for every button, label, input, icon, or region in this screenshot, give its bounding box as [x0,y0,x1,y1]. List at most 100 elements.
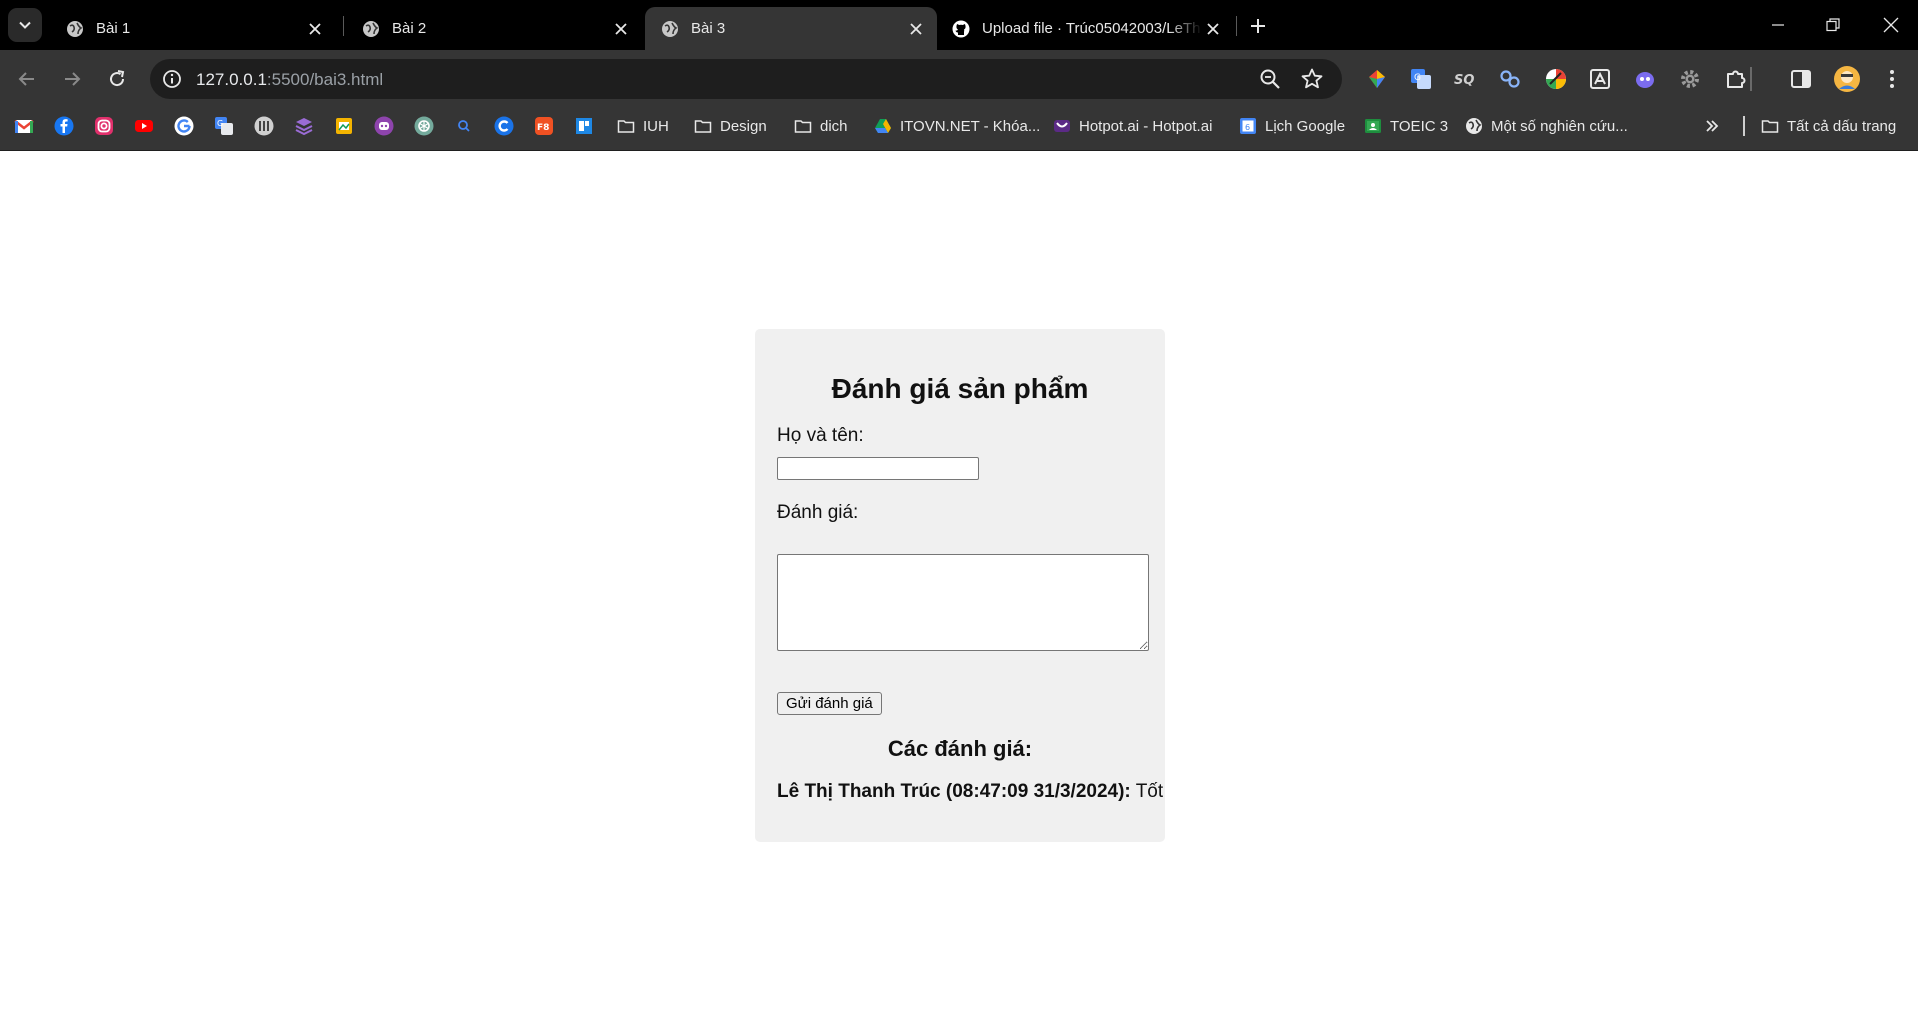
browser-toolbar: 127.0.0.1:5500/bai3.html [0,50,1918,108]
review-author: Lê Thị Thanh Trúc [777,781,941,802]
double-chevron-right-icon [1706,120,1719,132]
name-label: Họ và tên: [777,425,864,446]
stack-icon[interactable] [294,116,314,136]
bookmark-folder-label: dich [820,117,848,135]
gmail-icon[interactable] [14,116,34,136]
folder-icon [617,120,635,133]
tab-divider [343,16,344,36]
tab-search-button[interactable] [8,8,42,42]
site-info-icon[interactable] [160,67,184,91]
globe-icon [67,20,83,37]
close-icon[interactable] [610,18,632,40]
forward-button[interactable] [54,61,90,97]
address-bar[interactable]: 127.0.0.1:5500/bai3.html [150,59,1342,99]
youtube-icon[interactable] [134,116,154,136]
side-panel-icon[interactable] [1789,67,1813,91]
minimize-button[interactable] [1758,8,1798,42]
avatar[interactable] [1833,65,1861,93]
more-bookmarks-button[interactable] [1704,113,1720,139]
bookmark-folder-dich[interactable]: dich [794,113,848,139]
url-path: :5500/bai3.html [266,70,384,89]
classroom-icon [1365,119,1381,133]
hotpot-icon [1054,120,1070,132]
svg-text:SQ: SQ [1454,73,1474,88]
bookmark-hotpot[interactable]: Hotpot.ai - Hotpot.ai [1053,113,1212,139]
globe-icon [363,20,379,37]
bookmark-itovn[interactable]: ITOVN.NET - Khóa... [874,113,1040,139]
close-icon[interactable] [304,18,326,40]
close-window-button[interactable] [1871,8,1911,42]
review-item: Lê Thị Thanh Trúc (08:47:09 31/3/2024): … [777,781,1163,803]
download-icon[interactable] [1588,67,1612,91]
reload-button[interactable] [99,61,135,97]
globe-icon [662,20,678,37]
review-textarea[interactable] [777,554,1149,651]
google-icon[interactable] [174,116,194,136]
google-translate-icon[interactable]: G [214,116,234,136]
back-button[interactable] [9,61,45,97]
svg-text:G: G [217,119,223,128]
google-drive-icon [875,119,891,133]
bookmarks-divider [1743,116,1745,136]
tab-strip: Bài 1 Bài 2 Bài 3 Upload file · Trúc0504… [0,0,1918,50]
color-picker-icon[interactable] [1365,67,1389,91]
new-tab-button[interactable] [1244,12,1272,40]
globe-icon [1466,118,1482,134]
page-title: Đánh giá sản phẩm [831,373,1089,404]
svg-text:6: 6 [1245,123,1250,132]
gear-icon[interactable] [1678,67,1702,91]
bookmark-label: Hotpot.ai - Hotpot.ai [1079,117,1213,135]
close-icon[interactable] [905,18,927,40]
f8-icon[interactable]: F8 [534,116,554,136]
url-text[interactable]: 127.0.0.1:5500/bai3.html [196,70,383,90]
bookmark-star-icon[interactable] [1300,67,1324,91]
zoom-icon[interactable] [1258,67,1282,91]
app-icon[interactable] [254,116,274,136]
facebook-icon[interactable] [54,116,74,136]
bookmark-lich-google[interactable]: 6 Lịch Google [1239,113,1345,139]
bookmark-folder-design[interactable]: Design [694,113,767,139]
reload-icon [110,70,125,87]
more-menu-icon[interactable] [1880,67,1904,91]
bookmark-folder-iuh[interactable]: IUH [617,113,669,139]
instagram-icon[interactable] [94,116,114,136]
review-label: Đánh giá: [777,502,859,523]
tab-bai-1[interactable]: Bài 1 [50,7,336,50]
board-icon[interactable] [574,116,594,136]
url-host: 127.0.0.1 [196,70,267,89]
bookmark-folder-label: Design [720,117,767,135]
bookmark-folder-label: IUH [643,117,669,135]
c-icon[interactable] [494,116,514,136]
chatgpt-icon[interactable] [414,116,434,136]
page-viewport: Đánh giá sản phẩm Họ và tên: Đánh giá: G… [0,152,1918,1021]
translate-icon[interactable]: G [1409,67,1433,91]
chat-bot-icon[interactable] [374,116,394,136]
sheets-icon[interactable] [334,116,354,136]
tab-upload-file[interactable]: Upload file · Trúc05042003/LeTh [936,7,1234,50]
color-wheel-icon[interactable] [1544,67,1568,91]
puzzle-icon[interactable] [1724,67,1748,91]
alien-icon[interactable] [1633,67,1657,91]
close-icon[interactable] [1202,18,1224,40]
link-icon[interactable] [1498,67,1522,91]
tab-title: Bài 3 [691,20,726,37]
chevron-down-icon [19,21,31,29]
bookmark-toeic[interactable]: TOEIC 3 [1364,113,1448,139]
svg-text:F8: F8 [537,123,549,133]
tab-bai-2[interactable]: Bài 2 [346,7,642,50]
search-icon[interactable] [454,116,474,136]
toolbar-divider [1750,67,1752,91]
all-bookmarks-label: Tất cả dấu trang [1787,117,1897,135]
arrow-left-icon [18,72,34,86]
all-bookmarks-folder[interactable]: Tất cả dấu trang [1761,113,1896,139]
bookmark-label: Lịch Google [1265,117,1346,135]
tab-divider [1236,16,1237,36]
name-input[interactable] [777,457,979,480]
restore-button[interactable] [1813,8,1853,42]
tab-bai-3[interactable]: Bài 3 [645,7,937,50]
tab-title: Upload file · Trúc05042003/LeTh [982,20,1201,37]
submit-review-button[interactable]: Gửi đánh giá [777,692,882,715]
bookmark-mot-so-nghien-cuu[interactable]: Một số nghiên cứu... [1465,113,1628,139]
bookmark-label: TOEIC 3 [1390,117,1449,135]
sq-icon[interactable]: SQ [1453,67,1477,91]
